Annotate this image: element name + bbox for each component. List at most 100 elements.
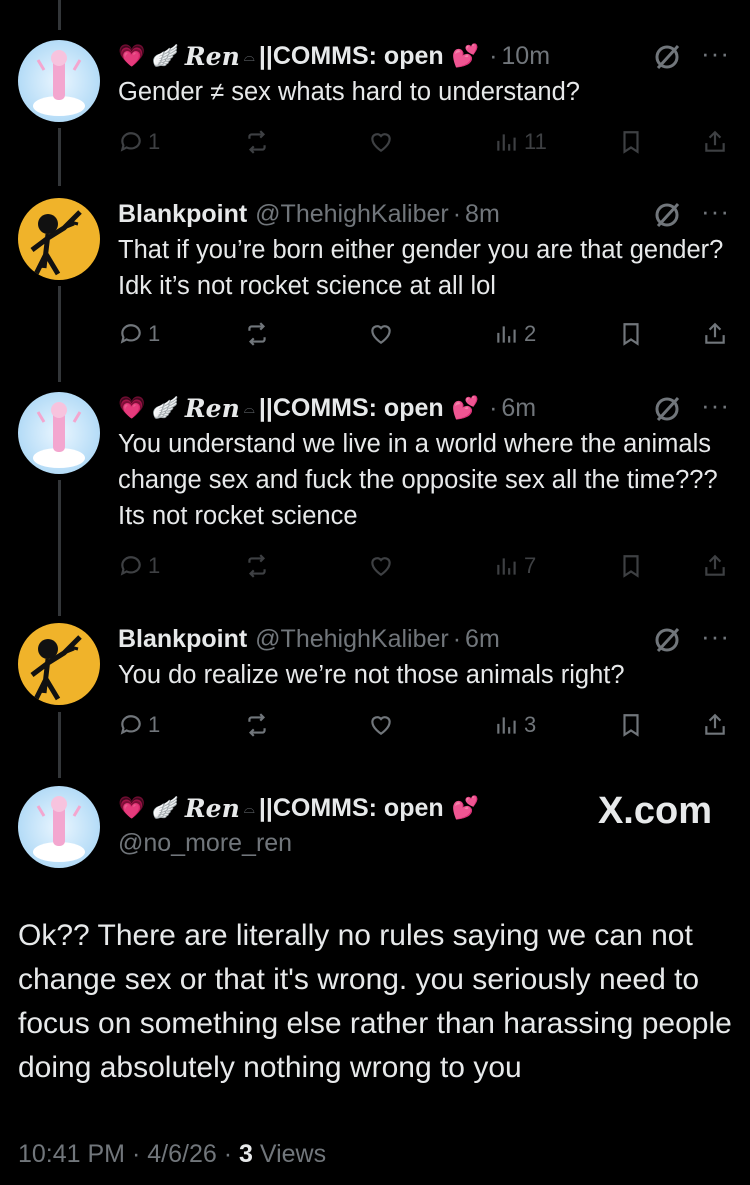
views-icon — [497, 717, 516, 734]
timestamp[interactable]: 6m — [501, 394, 536, 423]
tweet-text: That if you’re born either gender you ar… — [118, 236, 724, 300]
views-button[interactable]: 2 — [494, 321, 536, 347]
retweet-button[interactable] — [244, 321, 270, 347]
bookmark-icon — [623, 714, 639, 737]
retweet-button[interactable] — [244, 712, 270, 738]
avatar[interactable] — [18, 40, 100, 122]
action-bar: 1 7 — [118, 550, 730, 582]
thread-line — [58, 480, 61, 616]
share-icon — [705, 130, 725, 152]
action-bar: 1 11 — [118, 126, 730, 158]
like-button[interactable] — [368, 553, 394, 579]
retweet-icon — [248, 713, 266, 737]
bookmark-icon — [623, 555, 639, 578]
action-bar: 1 2 — [118, 318, 730, 350]
share-button[interactable] — [702, 321, 728, 347]
share-button[interactable] — [702, 129, 728, 155]
main-tweet-text: Ok?? There are literally no rules saying… — [18, 919, 732, 1084]
views-button[interactable]: 3 — [494, 712, 536, 738]
like-icon — [371, 325, 391, 344]
like-icon — [371, 716, 391, 735]
bookmark-button[interactable] — [618, 321, 644, 347]
name-emoji-prefix: 💗 🪽 — [118, 395, 179, 420]
more-icon[interactable]: ··· — [701, 621, 730, 652]
post-time[interactable]: 10:41 PM — [18, 1140, 125, 1168]
display-name-fancy[interactable]: Ren — [185, 394, 240, 423]
avatar[interactable] — [18, 392, 100, 474]
display-name[interactable]: ||COMMS: open — [259, 42, 444, 71]
views-count: 11 — [524, 129, 547, 154]
separator-dot: · — [489, 41, 498, 70]
display-name[interactable]: ||COMMS: open — [259, 794, 444, 823]
reply-icon — [120, 132, 141, 152]
like-button[interactable] — [368, 712, 394, 738]
display-name[interactable]: Blankpoint — [118, 200, 247, 229]
views-label: Views — [259, 1140, 327, 1168]
share-icon — [705, 554, 725, 576]
like-button[interactable] — [368, 129, 394, 155]
timestamp[interactable]: 6m — [465, 625, 500, 654]
display-name-fancy[interactable]: Ren — [185, 794, 240, 823]
views-icon — [497, 134, 516, 151]
tweet-header: 💗 🪽 Ren ⌓ ||COMMS: open 💕 · 6m ··· — [118, 390, 730, 426]
reply-count: 1 — [148, 712, 161, 737]
reply-count: 1 — [148, 553, 161, 578]
reply-button[interactable]: 1 — [118, 712, 160, 738]
share-button[interactable] — [702, 553, 728, 579]
tweet-header: 💗 🪽 Ren ⌓ ||COMMS: open 💕 · 10m ··· — [118, 38, 730, 74]
display-name[interactable]: Blankpoint — [118, 625, 247, 654]
bookmark-button[interactable] — [618, 553, 644, 579]
views-button[interactable]: 11 — [494, 129, 547, 155]
tweet-text: You do realize we’re not those animals r… — [118, 661, 625, 689]
more-icon[interactable]: ··· — [701, 390, 730, 421]
views-count: 3 — [524, 712, 537, 737]
handle[interactable]: @ThehighKaliber — [255, 200, 449, 229]
grok-icon[interactable] — [652, 200, 682, 230]
grok-icon[interactable] — [652, 42, 682, 72]
retweet-button[interactable] — [244, 129, 270, 155]
name-emoji-suffix: 💕 — [451, 795, 480, 820]
name-emoji-suffix: 💕 — [451, 43, 480, 68]
action-bar: 1 3 — [118, 709, 730, 741]
grok-icon[interactable] — [652, 625, 682, 655]
retweet-button[interactable] — [244, 553, 270, 579]
name-emoji-suffix: 💕 — [451, 395, 480, 420]
reply-count: 1 — [148, 321, 161, 346]
reply-button[interactable]: 1 — [118, 129, 160, 155]
bookmark-button[interactable] — [618, 712, 644, 738]
avatar[interactable] — [18, 623, 100, 705]
more-icon[interactable]: ··· — [701, 38, 730, 69]
retweet-icon — [248, 554, 266, 578]
reply-icon — [120, 324, 141, 344]
avatar[interactable] — [18, 198, 100, 280]
post-date[interactable]: 4/6/26 — [147, 1140, 217, 1168]
share-button[interactable] — [702, 712, 728, 738]
timestamp[interactable]: 10m — [501, 42, 550, 71]
handle[interactable]: @ThehighKaliber — [255, 625, 449, 654]
like-button[interactable] — [368, 321, 394, 347]
reply-button[interactable]: 1 — [118, 321, 160, 347]
retweet-icon — [248, 130, 266, 154]
share-icon — [705, 713, 725, 735]
display-name[interactable]: ||COMMS: open — [259, 394, 444, 423]
thread-line — [58, 128, 61, 186]
reply-count: 1 — [148, 129, 161, 154]
grok-icon[interactable] — [652, 394, 682, 424]
timestamp[interactable]: 8m — [465, 200, 500, 229]
bookmark-button[interactable] — [618, 129, 644, 155]
name-emoji-prefix: 💗 🪽 — [118, 795, 179, 820]
tweet-text: You understand we live in a world where … — [118, 430, 718, 530]
tweet-meta: 10:41 PM · 4/6/26 · 3 Views — [18, 1140, 326, 1169]
display-name-fancy[interactable]: Ren — [185, 42, 240, 71]
tweet-header: Blankpoint @ThehighKaliber · 6m ··· — [118, 621, 730, 657]
views-button[interactable]: 7 — [494, 553, 536, 579]
name-bow: ⌓ — [243, 47, 255, 64]
name-emoji-prefix: 💗 🪽 — [118, 43, 179, 68]
thread-line — [58, 0, 61, 30]
reply-button[interactable]: 1 — [118, 553, 160, 579]
avatar[interactable] — [18, 786, 100, 868]
separator-dot: · — [452, 199, 462, 228]
more-icon[interactable]: ··· — [701, 196, 730, 227]
handle[interactable]: @no_more_ren — [118, 826, 485, 860]
separator-dot: · — [223, 1140, 239, 1168]
